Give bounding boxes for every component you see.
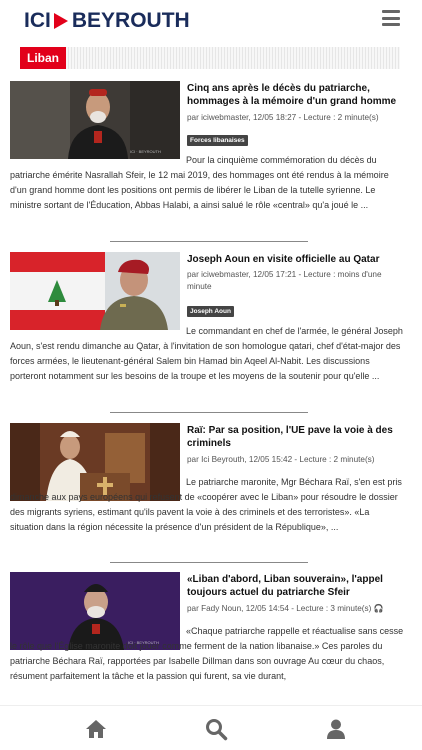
article-tag-badge[interactable]: Forces libanaises — [187, 135, 248, 146]
article-card[interactable]: ICI · BEYROUTH «Liban d'abord, Liban sou… — [10, 572, 404, 705]
user-icon[interactable] — [324, 717, 348, 741]
logo-text-ici: ICI — [24, 9, 51, 32]
site-logo[interactable]: ICI BEYROUTH — [24, 9, 190, 33]
article-excerpt: Le patriarche maronite, Mgr Béchara Raï,… — [10, 477, 402, 532]
headphones-icon[interactable]: 🎧 — [374, 604, 384, 613]
article-card[interactable]: Raï: Par sa position, l'UE pave la voie … — [10, 423, 402, 563]
article-title[interactable]: «Liban d'abord, Liban souverain», l'appe… — [187, 573, 399, 599]
article-card[interactable]: Joseph Aoun en visite officielle au Qata… — [10, 252, 403, 412]
article-title[interactable]: Raï: Par sa position, l'UE pave la voie … — [187, 424, 399, 450]
section-tag-liban[interactable]: Liban — [20, 47, 66, 69]
article-meta: par Fady Noun, 12/05 14:54 - Lecture : 3… — [187, 604, 384, 613]
bottom-navigation — [0, 705, 422, 750]
app-header: ICI BEYROUTH — [0, 0, 422, 40]
hamburger-menu-icon[interactable] — [382, 10, 400, 26]
article-meta: par iciwebmaster, 12/05 18:27 - Lecture … — [187, 113, 379, 122]
search-icon[interactable] — [204, 717, 228, 741]
article-title[interactable]: Cinq ans après le décès du patriarche, h… — [187, 82, 399, 108]
article-card[interactable]: ICI · BEYROUTH Cinq ans après le décès d… — [10, 81, 402, 241]
home-icon[interactable] — [84, 717, 108, 741]
cardinal-portrait-image: ICI · BEYROUTH — [10, 81, 180, 159]
section-header: Liban — [20, 47, 400, 69]
article-divider — [110, 562, 308, 563]
article-divider — [110, 241, 308, 242]
article-meta: par iciwebmaster, 12/05 17:21 - Lecture … — [187, 270, 382, 291]
logo-arrow-icon — [53, 13, 68, 29]
article-excerpt: «Chaque patriarche rappelle et réactuali… — [10, 626, 404, 681]
article-divider — [110, 412, 308, 413]
logo-text-city: BEYROUTH — [71, 9, 190, 32]
article-thumbnail[interactable] — [10, 252, 180, 330]
general-with-flag-image — [10, 252, 180, 330]
article-meta: par Ici Beyrouth, 12/05 15:42 - Lecture … — [187, 455, 375, 464]
article-title[interactable]: Joseph Aoun en visite officielle au Qata… — [187, 253, 399, 266]
article-tag-badge[interactable]: Joseph Aoun — [187, 306, 234, 317]
article-excerpt: Le commandant en chef de l'armée, le gén… — [10, 326, 403, 381]
article-thumbnail[interactable]: ICI · BEYROUTH — [10, 81, 180, 159]
article-excerpt: Pour la cinquième commémoration du décès… — [10, 155, 389, 210]
